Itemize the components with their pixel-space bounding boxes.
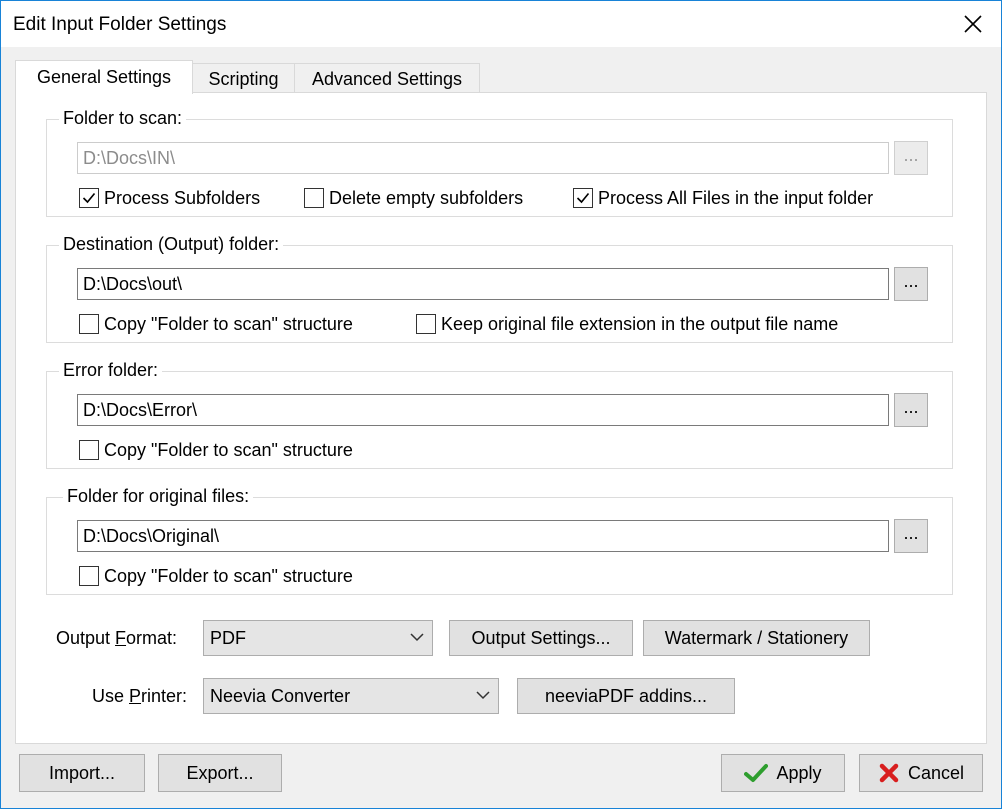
use-printer-select[interactable]: Neevia Converter: [203, 678, 499, 714]
tab-advanced-settings[interactable]: Advanced Settings: [294, 63, 480, 94]
neeviapdf-addins-button[interactable]: neeviaPDF addins...: [517, 678, 735, 714]
chevron-down-icon: [410, 633, 424, 642]
close-icon: [964, 15, 982, 33]
original-files-input[interactable]: D:\Docs\Original\: [77, 520, 889, 552]
output-format-value: PDF: [210, 628, 246, 648]
import-button[interactable]: Import...: [19, 754, 145, 792]
delete-empty-subfolders-checkbox[interactable]: Delete empty subfolders: [304, 187, 523, 209]
process-subfolders-label: Process Subfolders: [104, 187, 261, 208]
destination-folder-browse-button[interactable]: ...: [894, 267, 928, 301]
checkbox-box: [573, 188, 593, 208]
delete-empty-subfolders-label: Delete empty subfolders: [329, 187, 524, 208]
folder-to-scan-legend: Folder to scan:: [59, 108, 187, 129]
tab-general-settings[interactable]: General Settings: [15, 60, 193, 94]
error-copy-structure-label: Copy "Folder to scan" structure: [104, 439, 353, 460]
keep-extension-label: Keep original file extension in the outp…: [441, 313, 839, 334]
output-format-label: Output Format:: [56, 628, 178, 648]
keep-extension-checkbox[interactable]: Keep original file extension in the outp…: [416, 313, 838, 335]
checkbox-box: [416, 314, 436, 334]
original-copy-structure-checkbox[interactable]: Copy "Folder to scan" structure: [79, 565, 353, 587]
title-bar: Edit Input Folder Settings: [1, 1, 1001, 47]
error-folder-input[interactable]: D:\Docs\Error\: [77, 394, 889, 426]
window-title: Edit Input Folder Settings: [13, 14, 227, 35]
checkbox-box: [79, 314, 99, 334]
folder-to-scan-group: Folder to scan: D:\Docs\IN\ ... Process …: [46, 108, 953, 217]
dialog-window: Edit Input Folder Settings General Setti…: [0, 0, 1002, 809]
original-files-browse-button[interactable]: ...: [894, 519, 928, 553]
output-settings-button[interactable]: Output Settings...: [449, 620, 633, 656]
error-folder-browse-button[interactable]: ...: [894, 393, 928, 427]
destination-copy-structure-label: Copy "Folder to scan" structure: [104, 313, 353, 334]
checkbox-box: [79, 188, 99, 208]
original-files-legend: Folder for original files:: [63, 486, 254, 507]
checkbox-box: [79, 440, 99, 460]
apply-label: Apply: [776, 762, 822, 783]
output-format-select[interactable]: PDF: [203, 620, 433, 656]
chevron-down-icon: [476, 691, 490, 700]
checkbox-box: [79, 566, 99, 586]
tab-scripting[interactable]: Scripting: [192, 63, 295, 94]
apply-button[interactable]: Apply: [721, 754, 845, 792]
checkmark-icon: [576, 192, 590, 204]
export-button[interactable]: Export...: [158, 754, 282, 792]
cancel-x-icon: [878, 762, 900, 784]
destination-folder-group: Destination (Output) folder: D:\Docs\out…: [46, 234, 953, 343]
close-button[interactable]: [945, 1, 1001, 47]
cancel-button[interactable]: Cancel: [859, 754, 983, 792]
destination-copy-structure-checkbox[interactable]: Copy "Folder to scan" structure: [79, 313, 353, 335]
checkmark-icon: [82, 192, 96, 204]
destination-folder-legend: Destination (Output) folder:: [59, 234, 284, 255]
process-subfolders-checkbox[interactable]: Process Subfolders: [79, 187, 260, 209]
process-all-files-label: Process All Files in the input folder: [598, 187, 874, 208]
cancel-label: Cancel: [907, 762, 965, 783]
original-files-group: Folder for original files: D:\Docs\Origi…: [46, 486, 953, 595]
process-all-files-checkbox[interactable]: Process All Files in the input folder: [573, 187, 873, 209]
error-folder-legend: Error folder:: [59, 360, 163, 381]
checkmark-icon: [744, 763, 769, 783]
folder-to-scan-browse-button[interactable]: ...: [894, 141, 928, 175]
folder-to-scan-input[interactable]: D:\Docs\IN\: [77, 142, 889, 174]
destination-folder-input[interactable]: D:\Docs\out\: [77, 268, 889, 300]
use-printer-label: Use Printer:: [92, 686, 188, 706]
general-settings-panel: Folder to scan: D:\Docs\IN\ ... Process …: [15, 92, 987, 744]
original-copy-structure-label: Copy "Folder to scan" structure: [104, 565, 353, 586]
error-copy-structure-checkbox[interactable]: Copy "Folder to scan" structure: [79, 439, 353, 461]
checkbox-box: [304, 188, 324, 208]
use-printer-value: Neevia Converter: [210, 686, 351, 706]
error-folder-group: Error folder: D:\Docs\Error\ ... Copy "F…: [46, 360, 953, 469]
watermark-stationery-button[interactable]: Watermark / Stationery: [643, 620, 870, 656]
